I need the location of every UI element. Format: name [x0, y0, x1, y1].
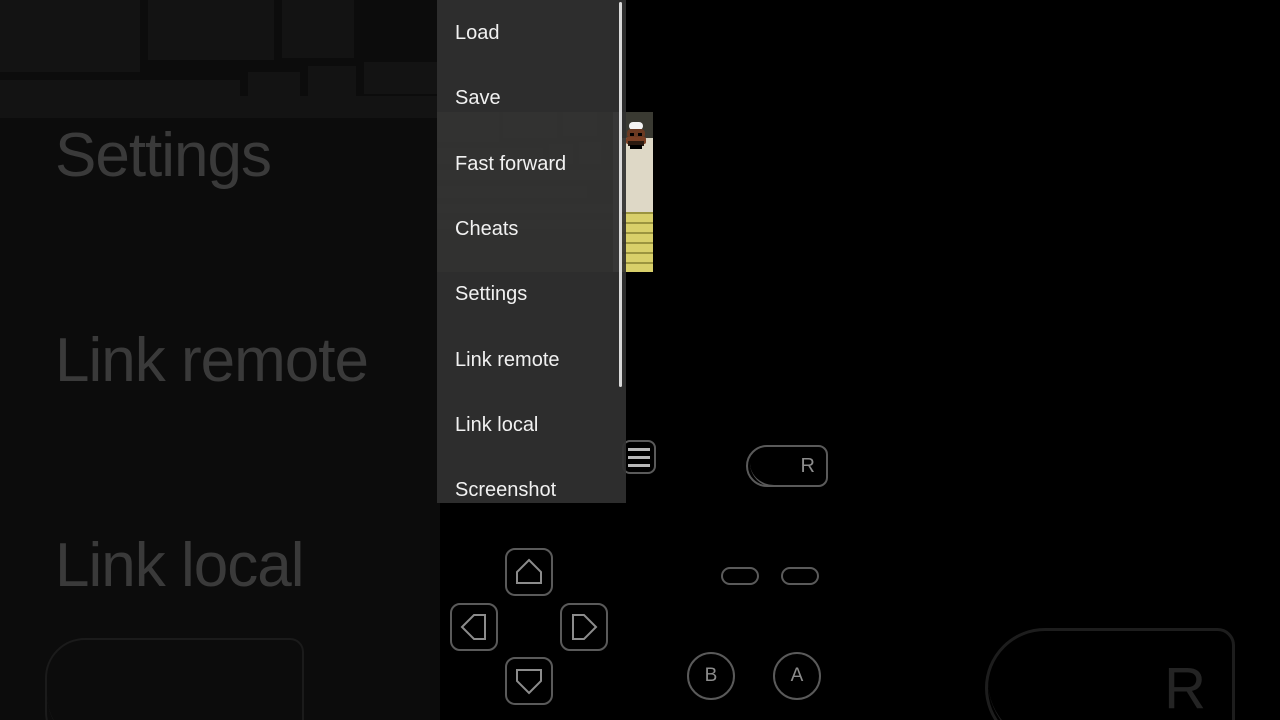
dpad-right-button[interactable] [560, 603, 608, 651]
magnified-label-link-local: Link local [55, 531, 304, 600]
player-sprite [624, 122, 648, 152]
dpad-down-button[interactable] [505, 657, 553, 705]
arrow-down-icon [516, 669, 542, 695]
menu-scrollbar-thumb[interactable] [619, 2, 622, 387]
arrow-up-icon [516, 558, 542, 584]
menu-item-cheats[interactable]: Cheats [455, 219, 518, 239]
menu-item-load[interactable]: Load [455, 23, 500, 43]
r-shoulder-magnified-label: R [1164, 655, 1206, 720]
dpad-left-button[interactable] [450, 603, 498, 651]
menu-item-save[interactable]: Save [455, 88, 501, 108]
magnified-l-shoulder-button [45, 638, 304, 720]
r-shoulder-button[interactable]: R [746, 445, 828, 487]
b-button[interactable]: B [687, 652, 735, 700]
b-button-label: B [704, 665, 718, 686]
emulator-options-menu[interactable]: Load Save Fast forward Cheats Settings L… [437, 0, 626, 503]
dpad-up-button[interactable] [505, 548, 553, 596]
a-button-label: A [790, 665, 804, 686]
menu-item-link-local[interactable]: Link local [455, 415, 538, 435]
shoulder-contour [750, 463, 806, 487]
a-button[interactable]: A [773, 652, 821, 700]
select-button[interactable] [721, 567, 759, 585]
hamburger-line [628, 455, 650, 459]
hamburger-line [628, 447, 650, 451]
hamburger-line [628, 463, 650, 467]
app-screen: Settings Link remote Link local R B A R … [0, 0, 1280, 720]
magnified-overlay-layer: Settings Link remote Link local [0, 0, 440, 720]
shoulder-contour-magnified [988, 681, 1158, 720]
menu-item-screenshot[interactable]: Screenshot [455, 480, 556, 500]
arrow-left-icon [460, 614, 486, 640]
magnified-label-settings: Settings [55, 121, 272, 190]
magnified-game-tiles [0, 0, 440, 118]
menu-item-settings[interactable]: Settings [455, 284, 527, 304]
arrow-right-icon [572, 614, 598, 640]
menu-toggle-button[interactable] [622, 440, 656, 474]
magnified-label-link-remote: Link remote [55, 326, 369, 395]
menu-item-link-remote[interactable]: Link remote [455, 350, 560, 370]
r-shoulder-button-magnified: R [985, 628, 1235, 720]
menu-scrollbar[interactable] [619, 0, 624, 503]
menu-item-fast-forward[interactable]: Fast forward [455, 154, 566, 174]
start-button[interactable] [781, 567, 819, 585]
